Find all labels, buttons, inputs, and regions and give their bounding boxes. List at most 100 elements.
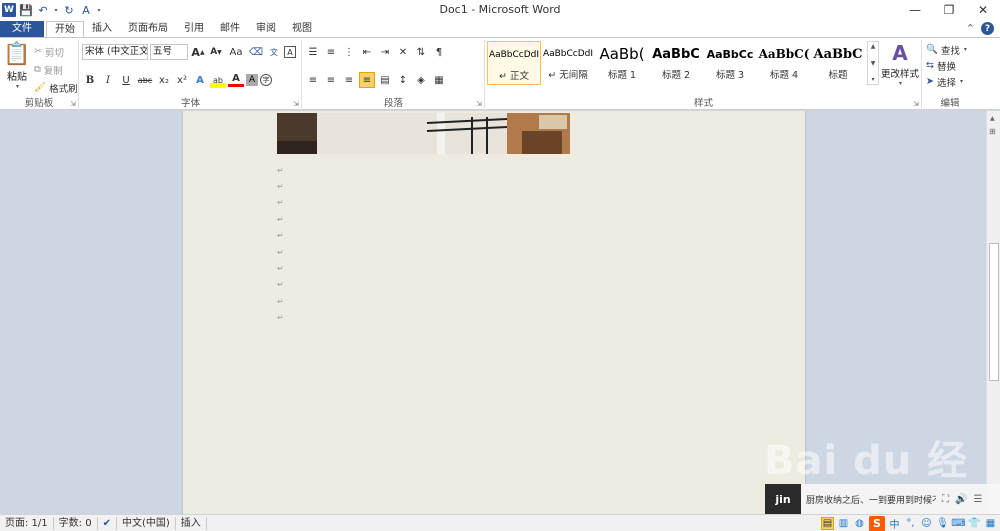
undo-dropdown-icon[interactable]: ▾ [53, 3, 59, 17]
numbering-icon[interactable]: ≡ [323, 44, 339, 60]
minimize-button[interactable]: — [898, 0, 932, 20]
decrease-indent-icon[interactable]: ⇤ [359, 44, 375, 60]
styles-launcher-icon[interactable]: ⇲ [913, 100, 919, 108]
tab-references[interactable]: 引用 [176, 21, 212, 38]
font-name-dropdown[interactable]: 宋体 (中文正文) [82, 44, 148, 60]
page-count[interactable]: 页面: 1/1 [0, 516, 54, 530]
format-painter-button[interactable]: 🖌 格式刷 [34, 79, 78, 96]
ribbon-collapse-icon[interactable]: ⌃ [966, 22, 975, 35]
font-color-button[interactable]: A [228, 73, 244, 87]
font-size-dropdown[interactable]: 五号 [150, 44, 188, 60]
inserted-image[interactable] [277, 113, 570, 154]
paragraph-launcher-icon[interactable]: ⇲ [476, 100, 482, 108]
paste-button[interactable]: 📋 粘贴 ▾ [3, 42, 30, 90]
style-heading-4[interactable]: AaBbC( 标题 4 [757, 41, 811, 85]
underline-button[interactable]: U [118, 72, 134, 88]
punctuation-icon[interactable]: °, [904, 517, 917, 530]
tab-insert[interactable]: 插入 [84, 21, 120, 38]
word-app-icon[interactable]: W [2, 3, 16, 17]
redo-icon[interactable]: ↻ [62, 3, 76, 17]
highlight-button[interactable]: ab [210, 72, 226, 88]
ime-lang-icon[interactable]: 中 [888, 517, 901, 531]
borders-icon[interactable]: ▦ [431, 72, 447, 88]
help-icon[interactable]: ? [981, 22, 994, 35]
skin-icon[interactable]: 👕 [968, 517, 981, 530]
italic-button[interactable]: I [100, 72, 116, 88]
sogou-ime-icon[interactable]: S [869, 515, 885, 531]
multilevel-list-icon[interactable]: ⋮ [341, 44, 357, 60]
styles-gallery-scroll[interactable]: ▲ ▼ ▾ [867, 41, 879, 85]
superscript-button[interactable]: x² [174, 72, 190, 88]
select-button[interactable]: ➤ 选择 ▾ [926, 73, 963, 90]
scroll-up-icon[interactable]: ▲ [990, 115, 995, 122]
text-effects-icon[interactable]: A [192, 72, 208, 88]
find-button[interactable]: 🔍 查找 ▾ [926, 41, 967, 58]
save-icon[interactable]: 💾 [19, 3, 33, 17]
copy-button[interactable]: ⧉ 复制 [34, 61, 63, 78]
language-status[interactable]: 中文(中国) [117, 516, 176, 530]
bullets-icon[interactable]: ☰ [305, 44, 321, 60]
insert-mode-status[interactable]: 插入 [176, 516, 207, 530]
style-heading-1[interactable]: AaBb( 标题 1 [595, 41, 649, 85]
distributed-icon[interactable]: ▤ [377, 72, 393, 88]
vertical-scrollbar[interactable]: ▲ ⊞ [986, 111, 1000, 514]
restore-button[interactable]: ❐ [932, 0, 966, 20]
line-spacing-icon[interactable]: ↕ [395, 72, 411, 88]
volume-icon[interactable]: 🔊 [955, 494, 967, 505]
scrollbar-thumb[interactable] [989, 243, 999, 381]
char-shading-button[interactable]: A [246, 74, 258, 86]
gallery-more-icon[interactable]: ▾ [871, 76, 874, 83]
replace-button[interactable]: ⇆ 替换 [926, 57, 956, 74]
menu-icon[interactable]: ☰ [973, 494, 982, 505]
subscript-button[interactable]: x₂ [156, 72, 172, 88]
format-text-icon[interactable]: A [79, 3, 93, 17]
strikethrough-button[interactable]: abc [136, 72, 154, 88]
change-case-button[interactable]: Aa [226, 44, 246, 60]
align-right-icon[interactable]: ≡ [341, 72, 357, 88]
shading-icon[interactable]: ◈ [413, 72, 429, 88]
video-overlay[interactable]: jin 厨房收纳之后、一到要用到时候不 ⛶ 🔊 ☰ [765, 484, 1000, 514]
phonetic-guide-icon[interactable]: 文 [266, 44, 282, 60]
change-styles-button[interactable]: A 更改样式 ▾ [880, 40, 920, 87]
word-count[interactable]: 字数: 0 [54, 516, 98, 530]
align-left-icon[interactable]: ≡ [305, 72, 321, 88]
web-layout-icon[interactable]: ◍ [853, 517, 866, 530]
show-marks-icon[interactable]: ¶ [431, 44, 447, 60]
style-no-spacing[interactable]: AaBbCcDdI ↵ 无间隔 [541, 41, 595, 85]
tab-file[interactable]: 文件 [0, 21, 44, 38]
tab-home[interactable]: 开始 [46, 21, 84, 38]
chinese-layout-icon[interactable]: ✕ [395, 44, 411, 60]
style-normal[interactable]: AaBbCcDdI ↵ 正文 [487, 41, 541, 85]
gallery-up-icon[interactable]: ▲ [871, 43, 876, 50]
increase-indent-icon[interactable]: ⇥ [377, 44, 393, 60]
style-heading-3[interactable]: AaBbCc 标题 3 [703, 41, 757, 85]
microphone-icon[interactable]: 🎙 [936, 517, 949, 530]
clear-format-icon[interactable]: ⌫ [248, 44, 264, 60]
emoji-icon[interactable]: ☺ [920, 517, 933, 530]
print-layout-icon[interactable]: ▤ [821, 517, 834, 530]
tab-page-layout[interactable]: 页面布局 [120, 21, 176, 38]
enclose-char-icon[interactable]: 字 [260, 74, 272, 86]
char-border-icon[interactable]: A [284, 46, 296, 58]
toolbox-icon[interactable]: ▦ [984, 517, 997, 530]
tab-review[interactable]: 审阅 [248, 21, 284, 38]
gallery-down-icon[interactable]: ▼ [871, 60, 876, 67]
undo-icon[interactable]: ↶ [36, 3, 50, 17]
keyboard-icon[interactable]: ⌨ [951, 517, 965, 530]
tab-view[interactable]: 视图 [284, 21, 320, 38]
tab-mailings[interactable]: 邮件 [212, 21, 248, 38]
align-center-icon[interactable]: ≡ [323, 72, 339, 88]
full-screen-reading-icon[interactable]: ▥ [837, 517, 850, 530]
qat-customize-icon[interactable]: ▾ [96, 3, 102, 17]
bold-button[interactable]: B [82, 72, 98, 88]
ruler-toggle-icon[interactable]: ⊞ [989, 127, 996, 136]
sort-icon[interactable]: ⇅ [413, 44, 429, 60]
style-title[interactable]: AaBbC 标题 [811, 41, 865, 85]
style-heading-2[interactable]: AaBbC 标题 2 [649, 41, 703, 85]
fullscreen-icon[interactable]: ⛶ [942, 494, 949, 505]
document-page[interactable]: ↵ ↵ ↵ ↵ ↵ ↵ ↵ ↵ ↵ ↵ [183, 111, 805, 514]
grow-font-button[interactable]: A ▲ [190, 44, 206, 60]
cut-button[interactable]: ✂ 剪切 [34, 43, 64, 60]
shrink-font-button[interactable]: A ▼ [208, 44, 224, 60]
font-launcher-icon[interactable]: ⇲ [293, 100, 299, 108]
